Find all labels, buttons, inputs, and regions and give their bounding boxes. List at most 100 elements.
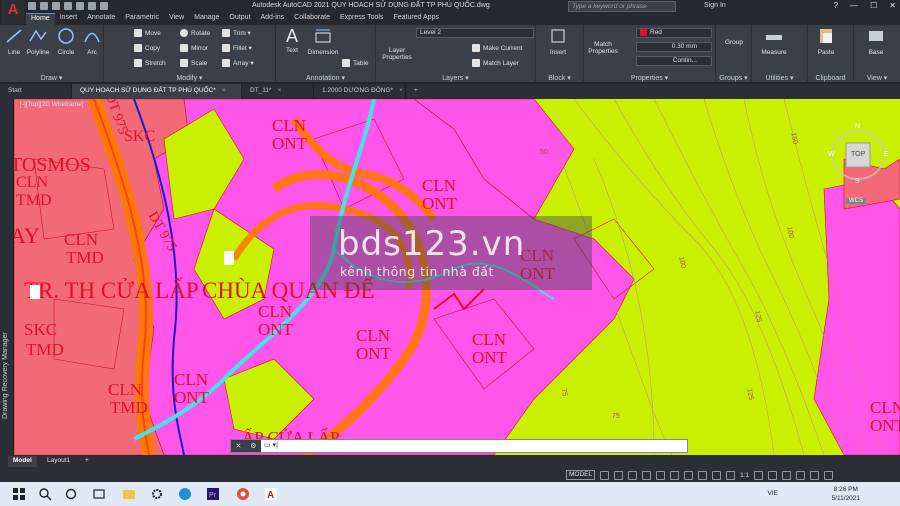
tab-insert[interactable]: Insert [55,13,83,25]
tab-express-tools[interactable]: Express Tools [335,13,388,25]
viewcube-west[interactable]: W [828,151,835,158]
rotate-tool[interactable]: Rotate [180,29,210,37]
tab-featured-apps[interactable]: Featured Apps [388,13,444,25]
maximize-button[interactable]: ☐ [870,1,877,10]
viewcube[interactable]: TOP N S E W WCS [822,120,892,210]
tab-parametric[interactable]: Parametric [120,13,164,25]
circle-tool[interactable]: Circle [52,27,80,56]
tab-layout1[interactable]: Layout1 [42,456,75,467]
clean-screen-icon[interactable] [810,470,820,480]
viewcube-north[interactable]: N [855,123,860,130]
close-icon[interactable]: ✕ [235,442,241,450]
copy-tool[interactable]: Copy [134,44,160,52]
close-button[interactable]: ✕ [889,1,896,10]
model-space-toggle[interactable]: MODEL [566,470,596,480]
save-icon[interactable] [52,2,60,10]
tab-add-ins[interactable]: Add-ins [255,13,289,25]
file-explorer-icon[interactable] [122,487,136,501]
insert-tool[interactable]: Insert [544,27,572,56]
settings-icon[interactable] [150,487,164,501]
tab-view[interactable]: View [164,13,189,25]
new-tab-button[interactable]: + [406,84,426,99]
isodraft-icon[interactable] [656,470,666,480]
measure-tool[interactable]: Measure [758,27,790,56]
match-properties-tool[interactable]: Match Properties [586,41,620,55]
doc-tab-duong-dong[interactable]: 1.2000 DƯƠNG ĐÔNG* × [314,84,406,99]
command-line[interactable]: ✕ ⚙ ▭ ▾| [230,439,688,453]
fillet-tool[interactable]: Fillet ▾ [222,44,252,52]
tab-annotate[interactable]: Annotate [82,13,120,25]
lineweight-dropdown[interactable]: 0.30 mm [636,42,712,52]
lineweight-icon[interactable] [698,470,708,480]
transparency-icon[interactable] [712,470,722,480]
tab-home[interactable]: Home [26,13,55,25]
minimize-button[interactable]: — [850,1,858,10]
properties-panel-title[interactable]: Properties ▾ [584,74,715,82]
mirror-tool[interactable]: Mirror [180,44,208,52]
undo-icon[interactable] [88,2,96,10]
close-tab-icon[interactable]: × [222,87,226,94]
annotation-monitor-icon[interactable] [768,470,778,480]
stretch-tool[interactable]: Stretch [134,59,166,67]
annotation-visibility-icon[interactable] [726,470,736,480]
hardware-acceleration-icon[interactable] [796,470,806,480]
save-as-icon[interactable] [64,2,72,10]
viewcube-south[interactable]: S [855,178,860,185]
polyline-tool[interactable]: Polyline [24,27,52,56]
close-tab-icon[interactable]: × [278,87,282,94]
cortana-icon[interactable] [64,487,78,501]
plot-icon[interactable] [76,2,84,10]
layers-panel-title[interactable]: Layers ▾ [376,74,535,82]
clipboard-panel-title[interactable]: Clipboard [808,75,853,82]
redo-icon[interactable] [100,2,108,10]
autocad-taskbar-icon[interactable]: A [264,487,278,501]
table-tool[interactable]: Table [342,59,369,67]
arc-tool[interactable]: Arc [78,27,106,56]
add-layout-button[interactable]: + [80,456,94,467]
search-icon[interactable] [38,487,52,501]
layer-dropdown[interactable]: Level 2 [416,28,534,38]
array-tool[interactable]: Array ▾ [222,59,254,67]
modify-panel-title[interactable]: Modify ▾ [104,74,275,82]
tab-collaborate[interactable]: Collaborate [289,13,335,25]
autocad-logo-icon[interactable]: A [2,0,24,24]
snap-icon[interactable] [614,470,624,480]
edge-browser-icon[interactable] [178,487,192,501]
drawing-recovery-panel[interactable]: Drawing Recovery Manager [0,99,14,455]
annotation-panel-title[interactable]: Annotation ▾ [276,74,375,82]
workspace-gear-icon[interactable] [754,470,764,480]
viewcube-face[interactable]: TOP [851,151,865,158]
task-view-icon[interactable] [92,487,106,501]
ortho-icon[interactable] [628,470,638,480]
object-snap-tracking-icon[interactable] [670,470,680,480]
customization-icon[interactable] [824,470,834,480]
wrench-icon[interactable]: ⚙ [250,442,256,450]
dimension-tool[interactable]: Dimension [306,27,340,56]
trim-tool[interactable]: Trim ▾ [222,29,251,37]
wcs-menu[interactable]: WCS [846,198,866,204]
move-tool[interactable]: Move [134,29,161,37]
base-tool[interactable]: Base [862,27,890,56]
groups-panel-title[interactable]: Groups ▾ [716,74,751,82]
tab-manage[interactable]: Manage [189,13,224,25]
windows-start-icon[interactable] [12,487,26,501]
input-language[interactable]: VIE [768,490,778,497]
doc-tab-start[interactable]: Start [0,84,72,99]
search-input[interactable]: Type a keyword or phrase [568,1,676,12]
polar-icon[interactable] [642,470,652,480]
isolate-objects-icon[interactable] [782,470,792,480]
draw-panel-title[interactable]: Draw ▾ [0,74,103,82]
text-tool[interactable]: A Text [278,27,306,54]
doc-tab-quy-hoach[interactable]: QUY HOACH SỬ DỤNG ĐẤT TP PHÚ QUỐC* × [72,84,242,99]
doc-tab-dt11[interactable]: DT_11* × [242,84,314,99]
linetype-dropdown[interactable]: Contin... [636,56,712,66]
tab-model[interactable]: Model [8,456,37,467]
new-icon[interactable] [28,2,36,10]
help-icon[interactable]: ? [834,1,838,10]
view-panel-title[interactable]: View ▾ [854,74,900,82]
close-tab-icon[interactable]: × [399,87,403,94]
layer-properties-tool[interactable]: Layer Properties [380,47,414,61]
utilities-panel-title[interactable]: Utilities ▾ [752,74,807,82]
block-panel-title[interactable]: Block ▾ [536,74,583,82]
chrome-browser-icon[interactable] [236,487,250,501]
